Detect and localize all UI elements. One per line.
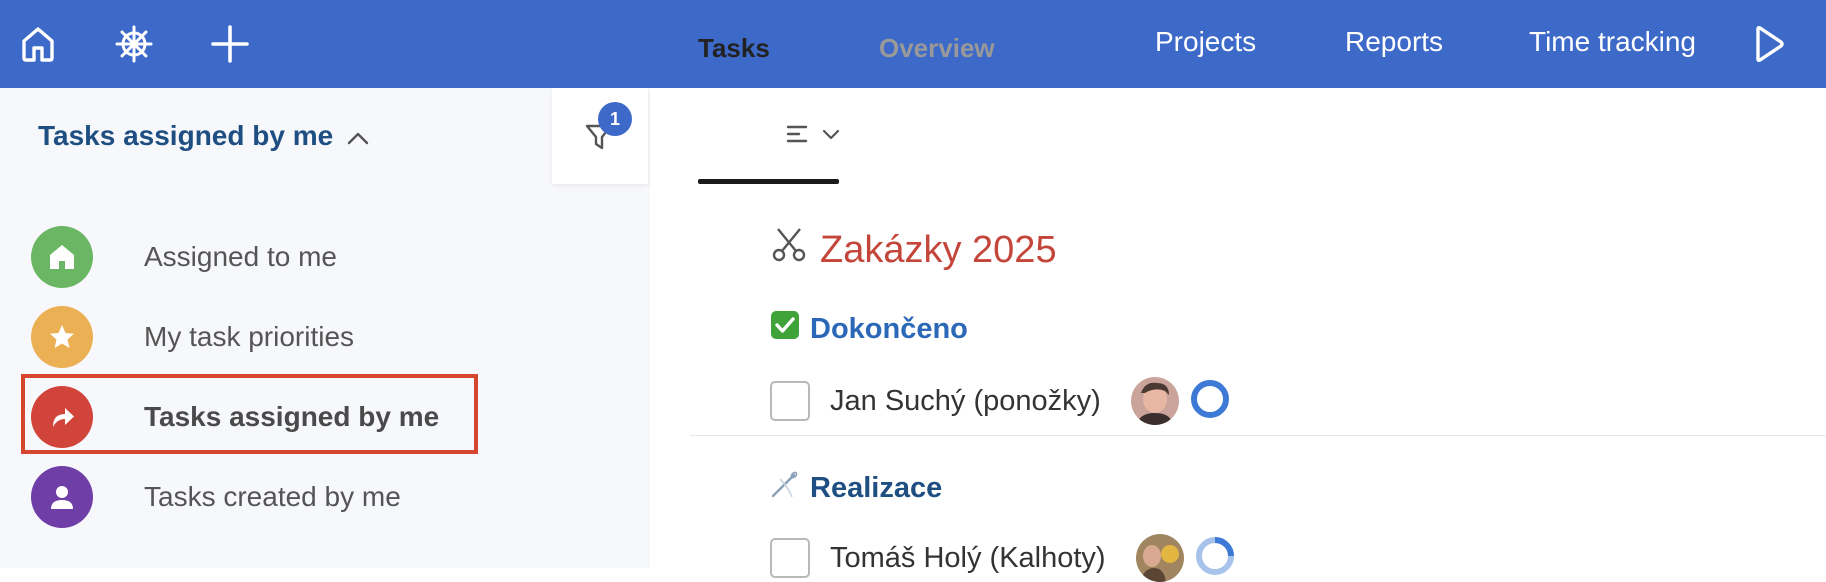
project-title-text: Zakázky 2025 — [820, 228, 1057, 271]
progress-ring-icon — [1189, 378, 1231, 425]
chevron-up-icon — [347, 120, 369, 152]
sidebar-item-label: Assigned to me — [144, 241, 337, 272]
task-checkbox[interactable] — [770, 381, 810, 421]
task-row[interactable]: Tomáš Holý (Kalhoty) — [770, 534, 1236, 582]
person-icon — [31, 466, 93, 528]
sidebar-view-selector[interactable]: Tasks assigned by me — [38, 120, 369, 152]
check-mark-icon — [770, 310, 800, 348]
tab-tasks[interactable]: Tasks — [698, 0, 770, 96]
tab-label: Tasks — [698, 33, 770, 63]
task-row[interactable]: Jan Suchý (ponožky) — [770, 377, 1231, 425]
sidebar-header-label: Tasks assigned by me — [38, 120, 334, 151]
chevron-down-icon[interactable] — [822, 128, 840, 146]
filter-button[interactable] — [552, 88, 648, 184]
section-title-text: Realizace — [810, 471, 943, 504]
list-view-icon[interactable] — [786, 124, 810, 149]
wheel-icon[interactable] — [110, 20, 158, 68]
plus-icon[interactable] — [206, 20, 254, 68]
project-title[interactable]: Zakázky 2025 — [770, 226, 1057, 274]
avatar[interactable] — [1135, 534, 1184, 582]
sidebar-item-label: My task priorities — [144, 321, 355, 352]
section-divider — [690, 435, 1826, 436]
star-icon — [31, 306, 93, 368]
nav-reports[interactable]: Reports — [1345, 0, 1443, 88]
sidebar-item-my-task-priorities[interactable]: My task priorities — [31, 306, 471, 368]
sidebar-item-label: Tasks created by me — [144, 481, 401, 512]
filter-count-badge: 1 — [598, 102, 632, 136]
home-icon[interactable] — [14, 20, 62, 68]
play-icon[interactable] — [1744, 20, 1792, 68]
task-name[interactable]: Tomáš Holý (Kalhoty) — [830, 542, 1106, 575]
needle-icon — [770, 469, 800, 507]
section-realizace[interactable]: Realizace — [770, 469, 942, 507]
sidebar-item-assigned-to-me[interactable]: Assigned to me — [31, 226, 471, 288]
selection-highlight-box — [21, 374, 478, 454]
sidebar-item-tasks-created-by-me[interactable]: Tasks created by me — [31, 466, 471, 528]
nav-projects[interactable]: Projects — [1155, 0, 1256, 88]
avatar[interactable] — [1130, 377, 1179, 425]
nav-time-tracking[interactable]: Time tracking — [1529, 0, 1696, 88]
tab-label: Overview — [879, 33, 995, 63]
scissors-icon — [770, 226, 808, 274]
section-dokonceno[interactable]: Dokončeno — [770, 310, 968, 348]
progress-ring-icon — [1194, 535, 1236, 582]
tab-overview[interactable]: Overview — [879, 0, 995, 96]
task-checkbox[interactable] — [770, 538, 810, 578]
home-icon — [31, 226, 93, 288]
section-title-text: Dokončeno — [810, 312, 968, 345]
task-name[interactable]: Jan Suchý (ponožky) — [830, 385, 1101, 418]
